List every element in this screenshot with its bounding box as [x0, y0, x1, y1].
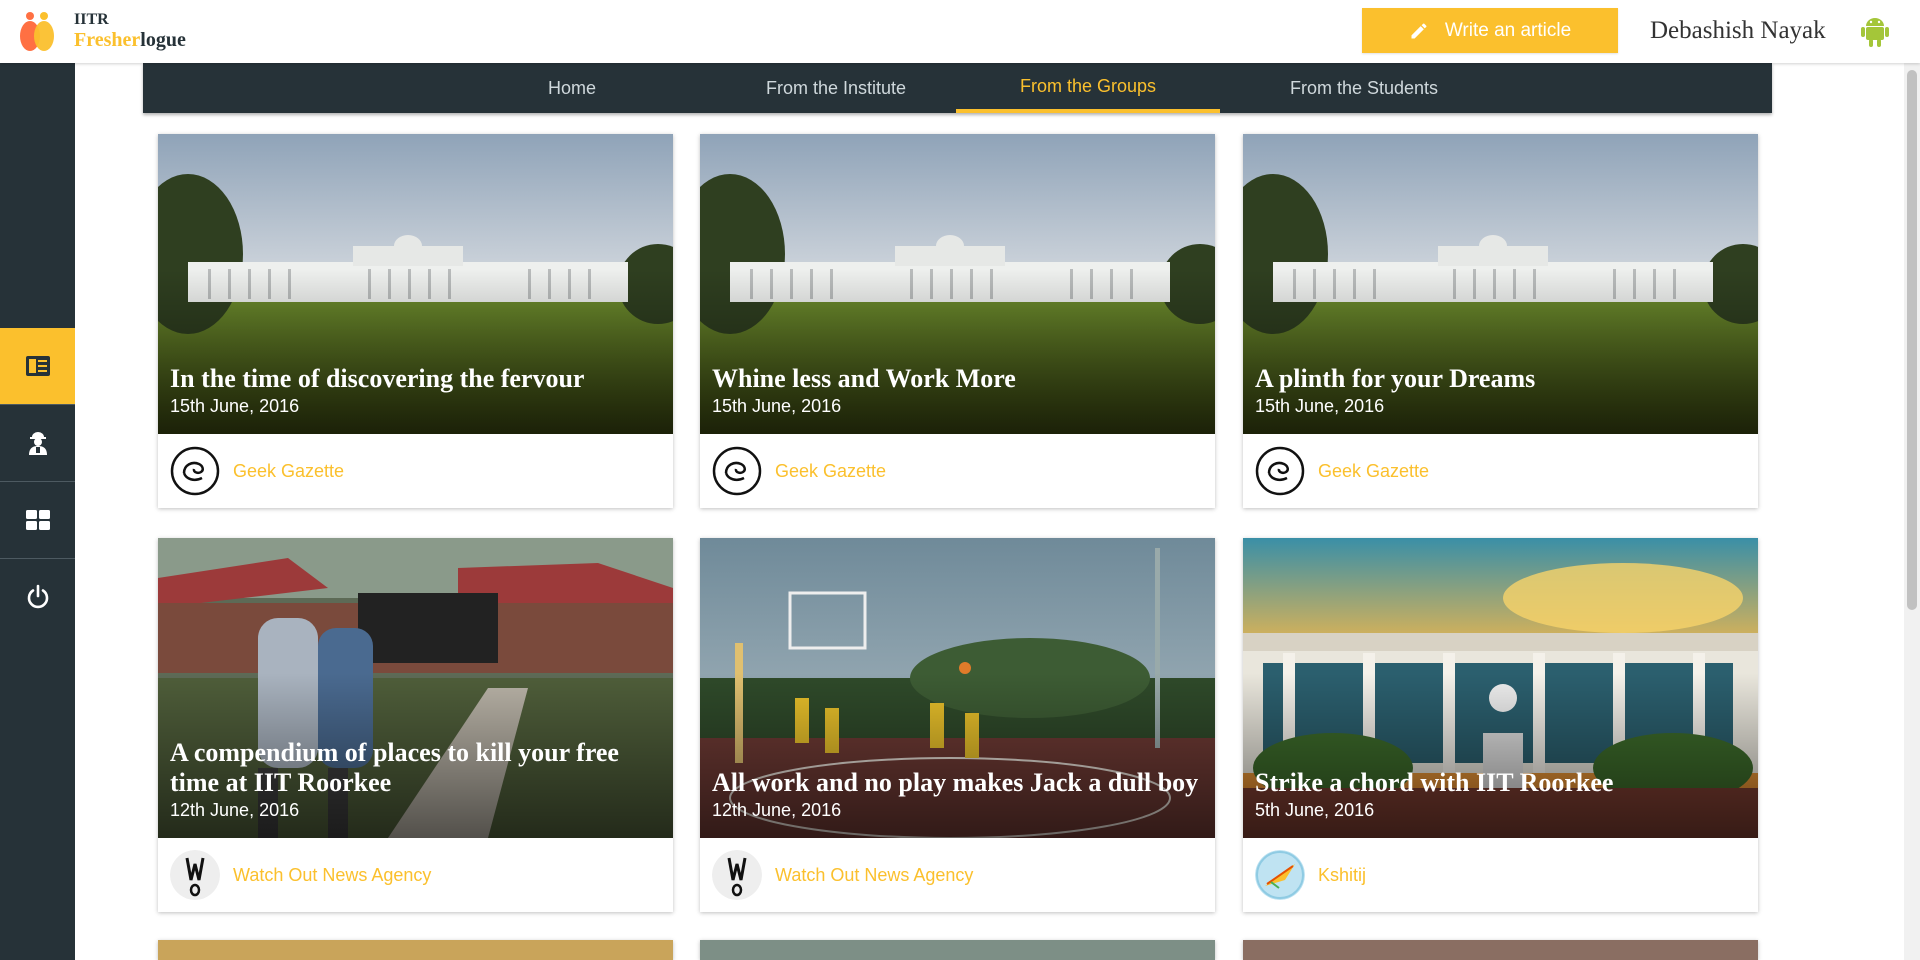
article-date: 12th June, 2016: [712, 800, 842, 820]
card-footer: Geek Gazette: [1243, 434, 1758, 508]
category-nav: Home From the Institute From the Groups …: [143, 63, 1772, 113]
article-card[interactable]: A plinth for your Dreams 15th June, 2016…: [1243, 134, 1758, 508]
group-avatar[interactable]: [170, 850, 220, 900]
card-caption: Whine less and Work More 15th June, 2016: [712, 364, 1203, 418]
geek-gazette-logo-icon: [712, 446, 762, 496]
pencil-icon: [1411, 22, 1427, 38]
group-avatar[interactable]: [1255, 446, 1305, 496]
article-image: A plinth for your Dreams 15th June, 2016: [1243, 134, 1758, 434]
sidebar-item-dashboard[interactable]: [0, 482, 75, 558]
article-image: Whine less and Work More 15th June, 2016: [700, 134, 1215, 434]
article-date: 15th June, 2016: [170, 396, 300, 416]
scrollbar-thumb[interactable]: [1907, 70, 1917, 610]
article-card-partial[interactable]: [158, 940, 673, 960]
article-card-partial[interactable]: [1243, 940, 1758, 960]
logo-accent-text: Fresher: [74, 29, 141, 51]
geek-gazette-logo-icon: [170, 446, 220, 496]
article-title: All work and no play makes Jack a dull b…: [712, 768, 1199, 797]
article-image: In the time of discovering the fervour 1…: [158, 134, 673, 434]
article-title: Strike a chord with IIT Roorkee: [1255, 768, 1614, 797]
tab-from-the-groups[interactable]: From the Groups: [956, 63, 1220, 113]
article-title: A plinth for your Dreams: [1255, 364, 1536, 393]
logo-rest-text: logue: [140, 29, 186, 51]
group-avatar[interactable]: [1255, 850, 1305, 900]
sidebar: [0, 63, 75, 960]
watch-out-logo-icon: [712, 850, 762, 900]
group-avatar[interactable]: [712, 446, 762, 496]
sidebar-item-articles[interactable]: [0, 328, 75, 404]
group-name[interactable]: Geek Gazette: [775, 461, 886, 482]
article-card[interactable]: Strike a chord with IIT Roorkee 5th June…: [1243, 538, 1758, 912]
write-article-label: Write an article: [1444, 19, 1572, 41]
group-name[interactable]: Geek Gazette: [233, 461, 344, 482]
article-title: A compendium of places to kill your free…: [170, 738, 619, 797]
article-title: Whine less and Work More: [712, 364, 1016, 393]
article-card[interactable]: A compendium of places to kill your free…: [158, 538, 673, 912]
articles-icon: [25, 356, 50, 376]
card-footer: Watch Out News Agency: [158, 838, 673, 912]
article-image: All work and no play makes Jack a dull b…: [700, 538, 1215, 838]
brand-logo[interactable]: IITR Fresherlogue: [74, 11, 186, 51]
article-title: In the time of discovering the fervour: [170, 364, 585, 393]
geek-gazette-logo-icon: [1255, 446, 1305, 496]
logo-icon[interactable]: [18, 10, 56, 52]
group-avatar[interactable]: [170, 446, 220, 496]
card-caption: Strike a chord with IIT Roorkee 5th June…: [1255, 768, 1746, 822]
article-image: A compendium of places to kill your free…: [158, 538, 673, 838]
dashboard-icon: [25, 510, 50, 530]
article-card[interactable]: All work and no play makes Jack a dull b…: [700, 538, 1215, 912]
article-date: 15th June, 2016: [712, 396, 842, 416]
card-caption: A plinth for your Dreams 15th June, 2016: [1255, 364, 1746, 418]
logo-line-bottom: Fresherlogue: [74, 29, 186, 51]
group-avatar[interactable]: [712, 850, 762, 900]
group-name[interactable]: Geek Gazette: [1318, 461, 1429, 482]
watch-out-logo-icon: [170, 850, 220, 900]
sidebar-item-logout[interactable]: [0, 559, 75, 635]
logo-line-top: IITR: [74, 11, 109, 28]
group-name[interactable]: Watch Out News Agency: [233, 865, 431, 886]
user-name[interactable]: Debashish Nayak: [1650, 17, 1826, 45]
article-card-partial[interactable]: [700, 940, 1215, 960]
article-card[interactable]: Whine less and Work More 15th June, 2016…: [700, 134, 1215, 508]
article-card[interactable]: In the time of discovering the fervour 1…: [158, 134, 673, 508]
top-header: IITR Fresherlogue Write an article Debas…: [0, 0, 1920, 63]
tab-home[interactable]: Home: [440, 63, 704, 113]
card-footer: Geek Gazette: [158, 434, 673, 508]
group-name[interactable]: Watch Out News Agency: [775, 865, 973, 886]
article-date: 5th June, 2016: [1255, 800, 1375, 820]
tab-from-the-institute[interactable]: From the Institute: [704, 63, 968, 113]
article-date: 12th June, 2016: [170, 800, 300, 820]
article-image: Strike a chord with IIT Roorkee 5th June…: [1243, 538, 1758, 838]
kshitij-logo-icon: [1255, 850, 1305, 900]
write-article-button[interactable]: Write an article: [1362, 8, 1618, 53]
power-icon: [27, 584, 48, 609]
android-icon[interactable]: [1860, 14, 1890, 48]
agent-icon: [28, 432, 47, 455]
card-caption: A compendium of places to kill your free…: [170, 738, 661, 822]
card-footer: Geek Gazette: [700, 434, 1215, 508]
group-name[interactable]: Kshitij: [1318, 865, 1366, 886]
card-footer: Kshitij: [1243, 838, 1758, 912]
card-caption: In the time of discovering the fervour 1…: [170, 364, 661, 418]
card-caption: All work and no play makes Jack a dull b…: [712, 768, 1203, 822]
article-date: 15th June, 2016: [1255, 396, 1385, 416]
sidebar-item-agent[interactable]: [0, 405, 75, 481]
tab-from-the-students[interactable]: From the Students: [1232, 63, 1496, 113]
card-footer: Watch Out News Agency: [700, 838, 1215, 912]
